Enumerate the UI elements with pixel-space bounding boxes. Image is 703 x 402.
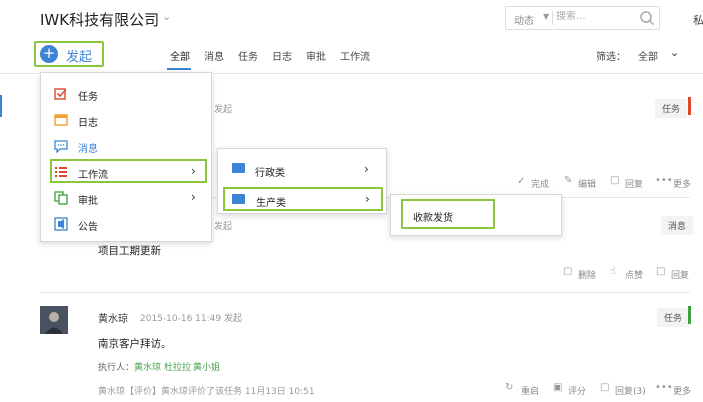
task-check-icon	[54, 88, 67, 100]
divider	[40, 292, 690, 293]
menu-item-announcement[interactable]: 公告	[41, 211, 213, 237]
card-content: 南京客户拜访。	[98, 338, 172, 350]
menu-item-label: 公告	[78, 222, 98, 233]
chevron-right-icon: ›	[191, 164, 196, 178]
menu-item-label: 任务	[78, 92, 98, 103]
tab-approvals[interactable]: 审批	[306, 48, 326, 63]
restart-icon[interactable]: ↻	[505, 382, 513, 393]
rate-action[interactable]: 评分	[568, 384, 586, 397]
menu-item-label: 审批	[78, 196, 98, 207]
left-accent-bar	[0, 95, 2, 117]
active-tab-indicator	[167, 68, 191, 70]
more-icon[interactable]: •••	[655, 382, 673, 393]
chevron-down-icon[interactable]: ⌄	[162, 10, 171, 23]
folder-icon	[232, 194, 245, 204]
chevron-right-icon: ›	[365, 192, 370, 206]
badge-color-bar	[688, 97, 691, 115]
plus-icon: +	[40, 45, 58, 63]
reply-action[interactable]: 回复	[671, 268, 689, 281]
avatar[interactable]	[40, 306, 68, 334]
badge-color-bar	[688, 306, 691, 324]
log-icon	[54, 114, 68, 126]
reply-icon[interactable]: □	[656, 266, 665, 277]
search-scope[interactable]: 动态	[514, 12, 534, 27]
card-content: 项目工期更新	[98, 245, 161, 257]
submenu-item-label: 收款发货	[413, 213, 453, 224]
like-icon[interactable]: ☝	[610, 266, 616, 277]
delete-icon[interactable]: ▢	[563, 266, 572, 277]
submenu-item-admin[interactable]: 行政类 ›	[218, 157, 386, 181]
launch-menu: 任务 日志 消息 工作流 › 审批 › 公告	[40, 72, 212, 242]
message-icon	[54, 140, 68, 153]
complete-action[interactable]: 完成	[531, 177, 549, 190]
launch-button[interactable]: + 发起	[34, 41, 104, 67]
like-action[interactable]: 点赞	[625, 268, 643, 281]
workflow-list-icon	[55, 167, 67, 177]
type-badge: 任务	[655, 99, 688, 118]
menu-item-task[interactable]: 任务	[41, 81, 213, 107]
search-input[interactable]	[556, 11, 636, 22]
tab-tasks[interactable]: 任务	[238, 48, 258, 63]
reply-action[interactable]: 回复	[625, 177, 643, 190]
chevron-right-icon: ›	[364, 162, 369, 176]
menu-item-label: 工作流	[78, 170, 108, 181]
divider	[552, 11, 553, 25]
edit-action[interactable]: 编辑	[578, 177, 596, 190]
approval-icon	[54, 191, 68, 205]
executor-link[interactable]: 黄水琼	[134, 360, 161, 373]
announcement-icon	[54, 217, 68, 231]
chevron-down-icon[interactable]: ▼	[543, 12, 549, 21]
executor-label: 执行人：	[98, 363, 135, 373]
launch-label: 发起	[66, 50, 93, 65]
filter-value[interactable]: 全部	[638, 48, 658, 63]
type-badge: 消息	[661, 216, 694, 235]
executor-link[interactable]: 杜拉拉	[164, 360, 191, 373]
post-time: 2015-10-16 11:49 发起	[140, 314, 242, 324]
tab-all[interactable]: 全部	[170, 48, 190, 63]
tab-logs[interactable]: 日志	[272, 48, 292, 63]
menu-item-log[interactable]: 日志	[41, 107, 213, 133]
search-icon[interactable]	[639, 10, 655, 26]
card-meta: 发起	[214, 222, 233, 232]
menu-item-approval[interactable]: 审批 ›	[41, 185, 213, 211]
restart-action[interactable]: 重启	[521, 384, 539, 397]
workflow-submenu: 行政类 › 生产类 ›	[217, 148, 387, 214]
company-name[interactable]: IWK科技有限公司	[40, 9, 159, 30]
reply-icon[interactable]: □	[610, 175, 619, 186]
tab-messages[interactable]: 消息	[204, 48, 224, 63]
chevron-right-icon: ›	[191, 190, 196, 204]
more-action[interactable]: 更多	[673, 177, 691, 190]
more-action[interactable]: 更多	[673, 384, 691, 397]
reply-action[interactable]: 回复(3)	[615, 384, 646, 397]
more-icon[interactable]: •••	[655, 175, 673, 186]
filter-label: 筛选：	[596, 52, 626, 63]
chevron-down-icon[interactable]: ⌄	[670, 46, 679, 59]
reply-icon[interactable]: □	[600, 382, 609, 393]
card-meta: 发起	[214, 105, 233, 115]
production-submenu: 收款发货	[390, 194, 562, 236]
check-icon[interactable]: ✓	[517, 176, 525, 187]
search-box: 动态 ▼	[505, 6, 660, 30]
submenu-item-payment-delivery[interactable]: 收款发货	[401, 199, 495, 229]
menu-item-label: 日志	[78, 118, 98, 129]
folder-icon	[232, 163, 245, 173]
tab-workflow[interactable]: 工作流	[340, 48, 370, 63]
executor-link[interactable]: 黄小姐	[193, 360, 220, 373]
delete-action[interactable]: 删除	[578, 268, 596, 281]
submenu-item-label: 行政类	[255, 168, 285, 179]
edit-icon[interactable]: ✎	[564, 175, 572, 186]
header-edge-text[interactable]: 私	[693, 12, 703, 28]
menu-item-message[interactable]: 消息	[41, 133, 213, 159]
submenu-item-production[interactable]: 生产类 ›	[223, 187, 383, 211]
author-name[interactable]: 黄水琼	[98, 310, 128, 325]
type-badge: 任务	[657, 308, 690, 327]
menu-item-workflow[interactable]: 工作流 ›	[50, 159, 207, 183]
rate-icon[interactable]: ▣	[553, 382, 562, 393]
submenu-item-label: 生产类	[256, 198, 286, 209]
menu-item-label: 消息	[78, 144, 98, 155]
comment-line: 黄水琼【评价】黄水琼评价了该任务 11月13日 10:51	[98, 387, 315, 397]
